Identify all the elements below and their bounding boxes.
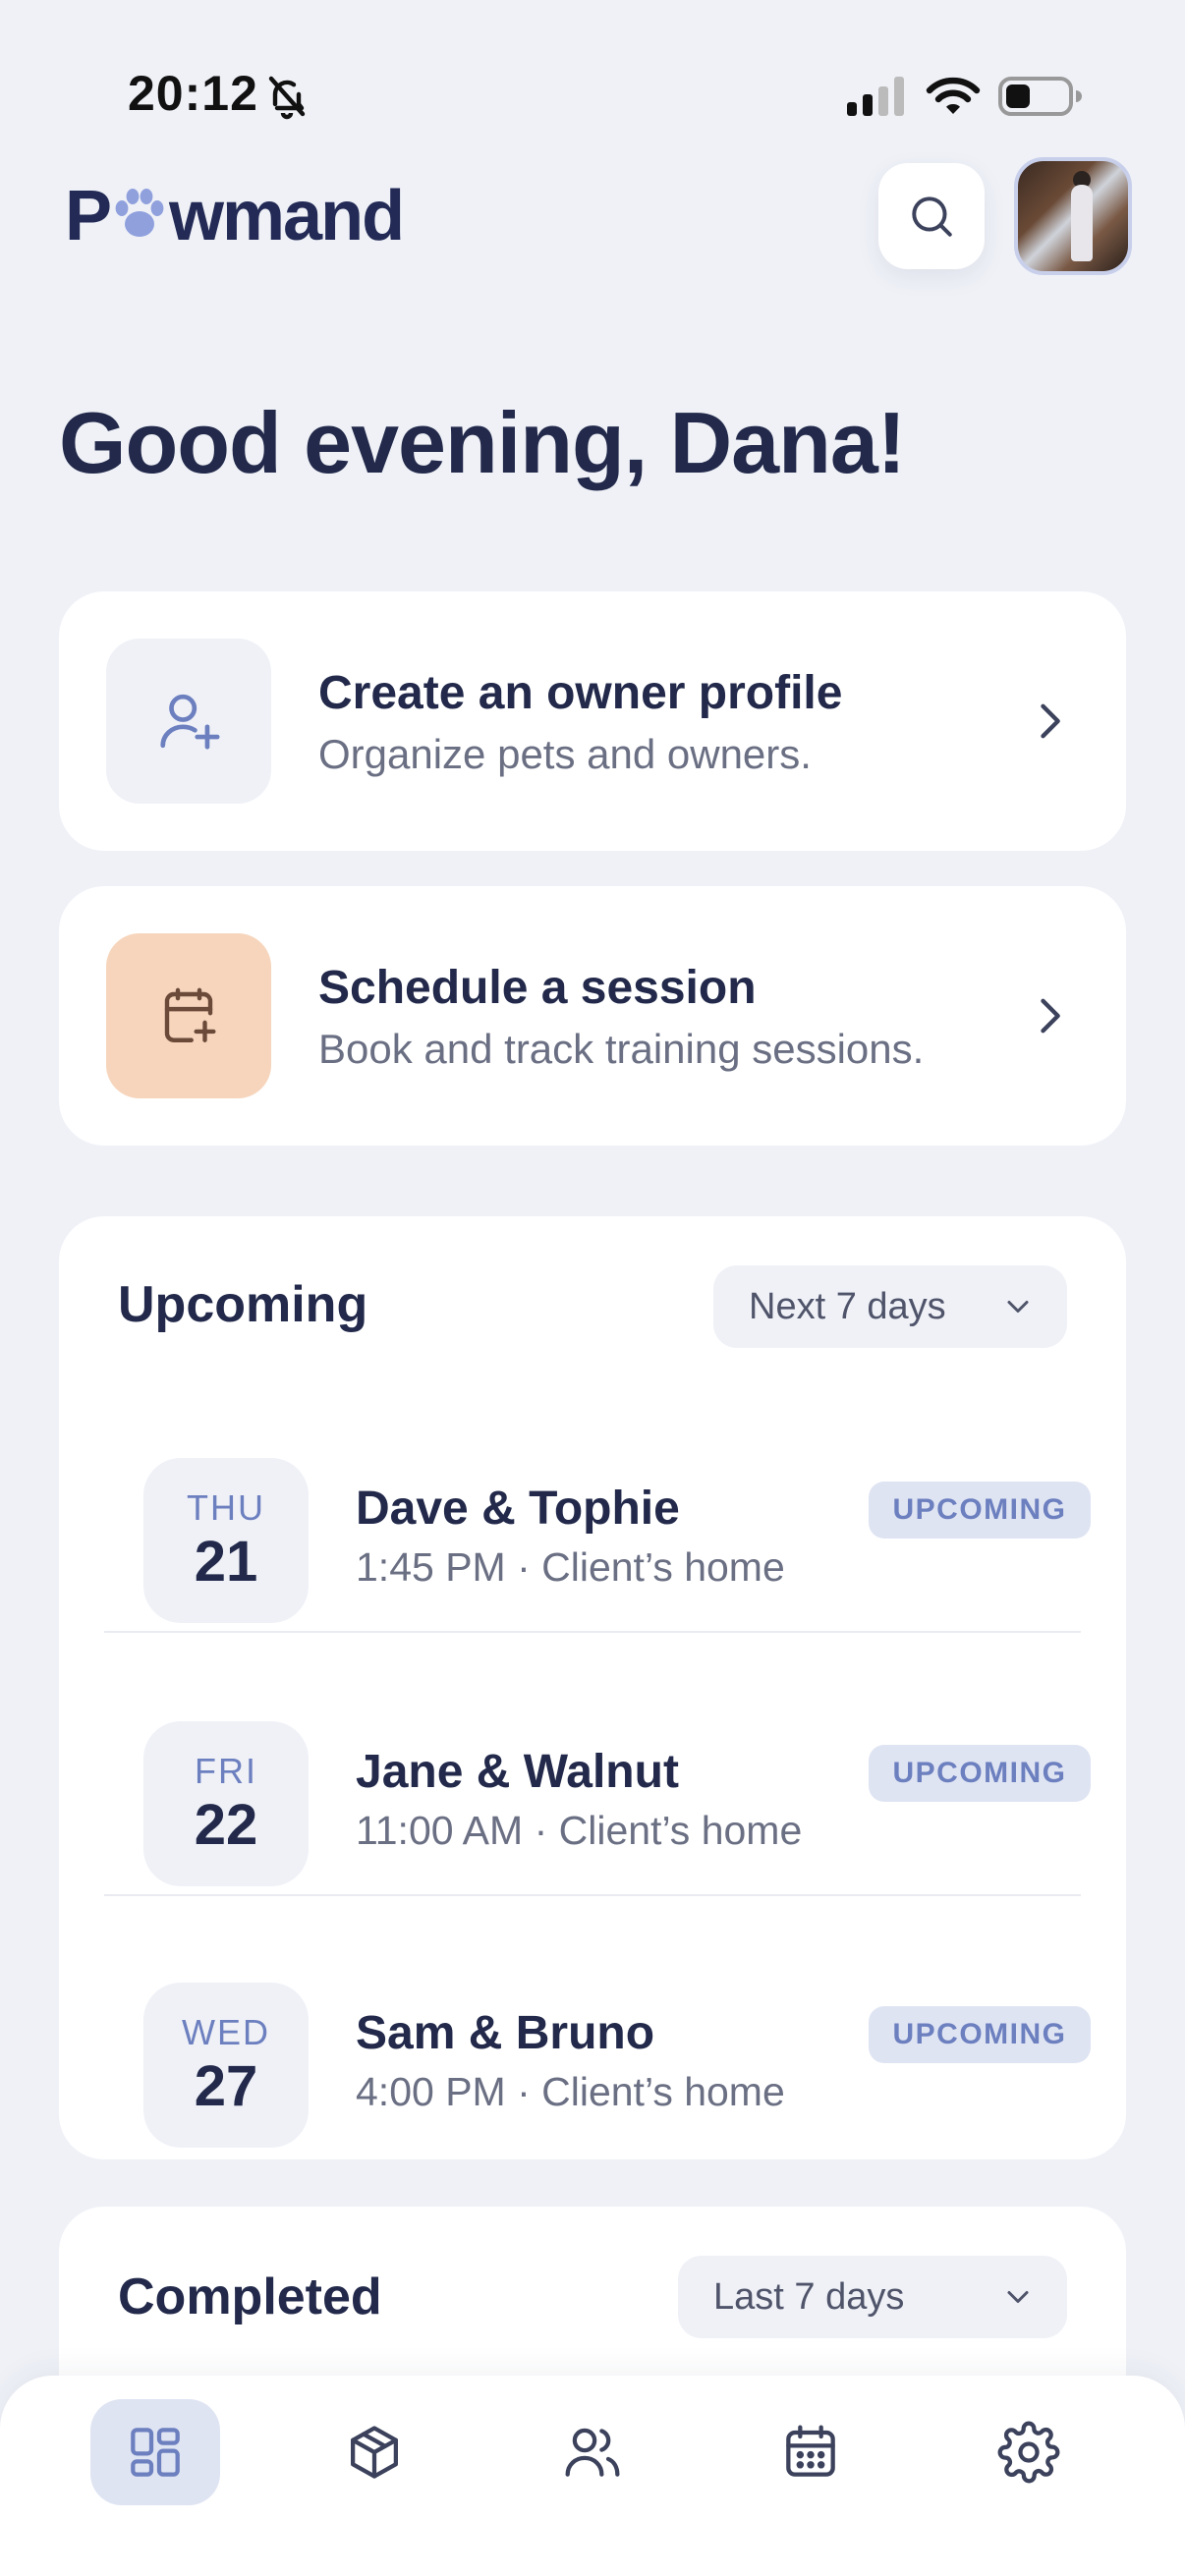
action-subtitle: Book and track training sessions. bbox=[318, 1026, 925, 1072]
home-screen: 20:12 P wmand Good evening, Dana! Create… bbox=[0, 0, 1185, 2576]
appointment-row[interactable]: WED 27 Sam & Bruno 4:00 PM · Client’s ho… bbox=[104, 1953, 1091, 2214]
day-number: 27 bbox=[194, 2054, 258, 2118]
completed-range-dropdown[interactable]: Last 7 days bbox=[678, 2256, 1067, 2338]
nav-dashboard[interactable] bbox=[90, 2399, 220, 2505]
chevron-down-icon bbox=[1007, 2291, 1029, 2303]
wifi-icon bbox=[926, 77, 981, 114]
nav-packages[interactable] bbox=[310, 2399, 439, 2505]
nav-calendar[interactable] bbox=[746, 2399, 875, 2505]
day-number: 21 bbox=[194, 1530, 258, 1594]
action-title: Create an owner profile bbox=[318, 667, 843, 719]
date-tile: FRI 22 bbox=[143, 1721, 309, 1886]
appointment-meta: 11:00 AM · Client’s home bbox=[356, 1808, 803, 1853]
users-icon bbox=[565, 2428, 620, 2477]
box-icon bbox=[351, 2426, 398, 2479]
divider bbox=[104, 1631, 1081, 1633]
appointment-meta: 4:00 PM · Client’s home bbox=[356, 2069, 785, 2114]
calendar-icon bbox=[786, 2425, 835, 2477]
search-button[interactable] bbox=[878, 163, 985, 269]
upcoming-card: Upcoming Next 7 days THU 21 Dave & Tophi… bbox=[59, 1216, 1126, 2159]
upcoming-title: Upcoming bbox=[118, 1276, 368, 1333]
status-time: 20:12 bbox=[128, 66, 258, 121]
action-icon-box bbox=[106, 639, 271, 804]
user-plus-icon bbox=[160, 694, 220, 750]
signal-icon bbox=[847, 77, 904, 116]
calendar-plus-icon bbox=[164, 987, 216, 1042]
completed-title: Completed bbox=[118, 2268, 382, 2325]
day-of-week: FRI bbox=[195, 1751, 257, 1791]
status-badge: UPCOMING bbox=[869, 1745, 1091, 1802]
chevron-down-icon bbox=[1007, 1301, 1029, 1313]
greeting-heading: Good evening, Dana! bbox=[59, 394, 906, 491]
divider bbox=[104, 1894, 1081, 1896]
schedule-session-card[interactable]: Schedule a session Book and track traini… bbox=[59, 886, 1126, 1146]
upcoming-range-dropdown[interactable]: Next 7 days bbox=[713, 1265, 1067, 1348]
create-owner-profile-card[interactable]: Create an owner profile Organize pets an… bbox=[59, 591, 1126, 851]
action-title: Schedule a session bbox=[318, 962, 757, 1014]
status-badge: UPCOMING bbox=[869, 2006, 1091, 2063]
avatar[interactable] bbox=[1014, 157, 1132, 275]
action-subtitle: Organize pets and owners. bbox=[318, 731, 812, 777]
appointment-row[interactable]: THU 21 Dave & Tophie 1:45 PM · Client’s … bbox=[104, 1428, 1091, 1690]
search-icon bbox=[912, 196, 952, 237]
chevron-right-icon bbox=[1041, 703, 1060, 739]
dropdown-label: Next 7 days bbox=[749, 1285, 946, 1327]
date-tile: WED 27 bbox=[143, 1983, 309, 2148]
appointment-name: Dave & Tophie bbox=[356, 1483, 680, 1535]
dropdown-label: Last 7 days bbox=[713, 2275, 905, 2318]
day-of-week: WED bbox=[182, 2012, 270, 2052]
nav-clients[interactable] bbox=[528, 2399, 657, 2505]
day-number: 22 bbox=[194, 1793, 258, 1857]
app-logo: P wmand bbox=[65, 177, 405, 255]
dashboard-icon bbox=[131, 2428, 180, 2477]
bell-muted-icon bbox=[268, 76, 306, 120]
status-badge: UPCOMING bbox=[869, 1482, 1091, 1539]
nav-settings[interactable] bbox=[964, 2399, 1094, 2505]
day-of-week: THU bbox=[187, 1487, 265, 1528]
settings-icon bbox=[997, 2421, 1060, 2484]
bottom-nav bbox=[0, 2376, 1185, 2576]
appointment-row[interactable]: FRI 22 Jane & Walnut 11:00 AM · Client’s… bbox=[104, 1692, 1091, 1953]
appointment-name: Sam & Bruno bbox=[356, 2007, 655, 2059]
paw-icon bbox=[115, 189, 164, 237]
appointment-name: Jane & Walnut bbox=[356, 1746, 679, 1798]
date-tile: THU 21 bbox=[143, 1458, 309, 1623]
chevron-right-icon bbox=[1041, 998, 1060, 1034]
appointment-meta: 1:45 PM · Client’s home bbox=[356, 1544, 785, 1590]
action-icon-box bbox=[106, 933, 271, 1098]
battery-icon bbox=[998, 77, 1082, 116]
